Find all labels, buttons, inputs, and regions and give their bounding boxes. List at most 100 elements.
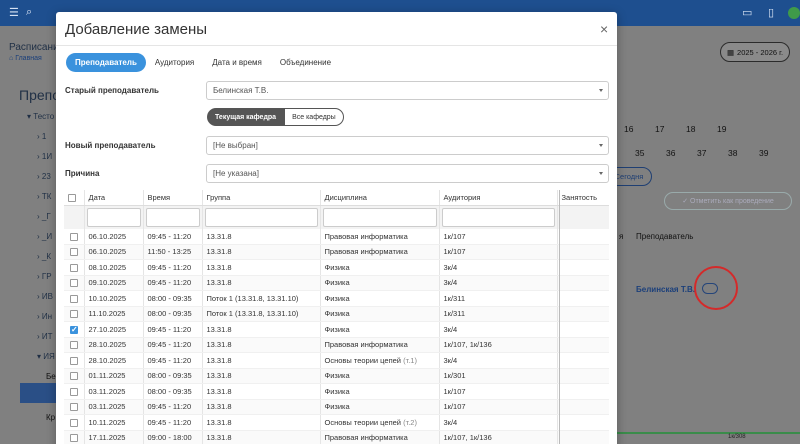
old-teacher-select[interactable]: Белинская Т.В. <box>206 81 609 100</box>
row-checkbox-cell <box>64 290 84 307</box>
calendar-day[interactable]: 35 <box>635 148 644 158</box>
select-all-checkbox[interactable] <box>68 193 76 202</box>
tab-room[interactable]: Аудитория <box>146 53 203 72</box>
row-checkbox[interactable] <box>70 310 78 319</box>
cell-discipline: Физика <box>319 290 439 307</box>
calendar-day[interactable]: 36 <box>666 148 675 158</box>
tree-item[interactable]: › ТК <box>37 192 51 201</box>
tree-item[interactable]: › _Г <box>37 212 51 221</box>
row-checkbox[interactable] <box>70 403 78 412</box>
cell-date: 10.10.2025 <box>83 290 143 307</box>
tree-item[interactable]: ▾ ИЯ <box>37 352 55 361</box>
table-row[interactable]: 27.10.202509:45 - 11:2013.31.8Физика3к/4 <box>64 321 609 338</box>
row-checkbox[interactable] <box>70 418 78 427</box>
table-row[interactable]: 08.10.2025 09:45 - 11:20 13.31.8 Физика 3к/4 <box>64 259 609 276</box>
tree-item[interactable]: › _К <box>37 252 51 261</box>
group-filter-input[interactable] <box>204 207 318 227</box>
cell-discipline: Физика <box>319 399 439 415</box>
calendar-day[interactable]: 16 <box>624 124 633 134</box>
year-selector-button[interactable]: ▦ 2025 - 2026 г. <box>720 42 790 62</box>
cell-time: 08:00 - 09:35 <box>142 368 202 384</box>
new-teacher-select[interactable]: [Не выбран] <box>206 136 609 155</box>
row-checkbox[interactable] <box>70 232 78 241</box>
department-toggle: Текущая кафедра Все кафедры <box>207 108 344 126</box>
cell-time: 08:00 - 09:35 <box>142 306 202 322</box>
row-checkbox[interactable] <box>70 341 78 350</box>
row-checkbox[interactable] <box>70 294 78 303</box>
tree-item[interactable]: Кр <box>46 413 55 422</box>
calendar-day[interactable]: 18 <box>686 124 695 134</box>
table-row[interactable]: 06.10.2025 09:45 - 11:20 13.31.8 Правовая и… <box>64 228 609 245</box>
search-icon[interactable]: ⌕ <box>26 6 32 19</box>
column-header-discipline[interactable]: Дисциплина <box>319 190 439 206</box>
time-filter-input[interactable] <box>145 207 200 227</box>
room-filter-input[interactable] <box>441 207 555 227</box>
tab-merge[interactable]: Объединение <box>271 53 340 72</box>
row-checkbox[interactable] <box>70 387 78 396</box>
tab-date-time[interactable]: Дата и время <box>203 53 271 72</box>
row-checkbox[interactable] <box>70 248 78 257</box>
column-header-occupancy[interactable]: Занятость <box>556 190 609 206</box>
column-header-date[interactable]: Дата <box>83 190 143 206</box>
calendar-day[interactable]: 19 <box>717 124 726 134</box>
tree-item[interactable]: › ИВ <box>37 292 53 301</box>
column-header-group[interactable]: Группа <box>201 190 320 206</box>
table-row[interactable]: 01.11.2025 08:00 - 09:35 13.31.8 Физика 1к/3… <box>64 368 609 384</box>
tree-item[interactable]: Бе <box>46 372 56 381</box>
row-checkbox[interactable] <box>70 263 78 272</box>
row-checkbox[interactable] <box>70 279 78 288</box>
table-row[interactable]: 28.10.2025 09:45 - 11:20 13.31.8 Основы тео… <box>64 352 609 369</box>
new-teacher-value: [Не выбран] <box>213 141 258 150</box>
tree-item[interactable]: › Ин <box>37 312 52 321</box>
discipline-filter-input[interactable] <box>322 207 437 227</box>
avatar[interactable] <box>788 7 800 19</box>
row-checkbox[interactable] <box>70 372 78 381</box>
table-row[interactable]: 03.11.2025 09:45 - 11:20 13.31.8 Физика 1к/1… <box>64 399 609 415</box>
table-row[interactable]: 10.11.2025 09:45 - 11:20 13.31.8 Основы тео… <box>64 414 609 431</box>
tree-item[interactable]: › _И <box>37 232 52 241</box>
notification-icon[interactable]: ▯ <box>768 6 774 19</box>
table-row[interactable]: 11.10.2025 08:00 - 09:35 Поток 1 (13.31.8,… <box>64 306 609 322</box>
menu-icon[interactable]: ☰ <box>9 6 19 19</box>
table-row[interactable]: 28.10.2025 09:45 - 11:20 13.31.8 Правовая и… <box>64 337 609 353</box>
teacher-link[interactable]: Белинская Т.В. <box>636 285 695 294</box>
calendar-day[interactable]: 37 <box>697 148 706 158</box>
mark-conducted-button[interactable]: ✓ Отметить как проведение <box>664 192 792 210</box>
table-row[interactable]: 06.10.2025 11:50 - 13:25 13.31.8 Правовая и… <box>64 244 609 260</box>
tree-item-active[interactable] <box>20 383 60 403</box>
chat-icon[interactable]: ▭ <box>742 6 752 19</box>
tab-teacher[interactable]: Преподаватель <box>66 53 146 72</box>
table-row[interactable]: 09.10.2025 09:45 - 11:20 13.31.8 Физика 3к/4 <box>64 275 609 291</box>
reason-select[interactable]: [Не указана] <box>206 164 609 183</box>
tree-item[interactable]: › 1И <box>37 152 52 161</box>
row-checkbox[interactable] <box>70 434 78 443</box>
row-checkbox[interactable] <box>70 325 78 334</box>
row-checkbox[interactable] <box>70 356 78 365</box>
tree-item[interactable]: › ИТ <box>37 332 53 341</box>
cell-room: 1к/107 <box>438 244 557 260</box>
column-header-time[interactable]: Время <box>142 190 202 206</box>
breadcrumb-home[interactable]: ⌂ Главная <box>9 55 42 62</box>
table-row[interactable]: 03.11.2025 08:00 - 09:35 13.31.8 Физика 1к/1… <box>64 383 609 400</box>
tree-item[interactable]: › 23 <box>37 172 51 181</box>
table-row[interactable]: 10.10.2025 08:00 - 09:35 Поток 1 (13.31.8,… <box>64 290 609 307</box>
tree-item[interactable]: ▾ Тесто <box>27 112 54 121</box>
date-filter-input[interactable] <box>86 207 141 227</box>
all-departments-button[interactable]: Все кафедры <box>284 108 344 126</box>
tree-item[interactable]: › ГР <box>37 272 52 281</box>
row-checkbox-cell <box>64 321 84 338</box>
tree-item[interactable]: › 1 <box>37 132 46 141</box>
calendar-day[interactable]: 17 <box>655 124 664 134</box>
column-header-room[interactable]: Аудитория <box>438 190 557 206</box>
cell-discipline: Основы теории цепей (т.1) <box>319 352 439 369</box>
cell-time: 09:45 - 11:20 <box>142 275 202 291</box>
cell-date: 06.10.2025 <box>83 228 143 245</box>
current-department-button[interactable]: Текущая кафедра <box>207 108 285 126</box>
cell-room: 1к/107 <box>438 383 557 400</box>
calendar-day[interactable]: 39 <box>759 148 768 158</box>
table-row[interactable]: 17.11.2025 09:00 - 18:00 13.31.8 Правовая и… <box>64 430 609 444</box>
close-icon[interactable]: × <box>600 22 608 36</box>
cell-occupancy <box>556 383 609 400</box>
calendar-day[interactable]: 38 <box>728 148 737 158</box>
cell-time: 09:45 - 11:20 <box>142 321 202 338</box>
